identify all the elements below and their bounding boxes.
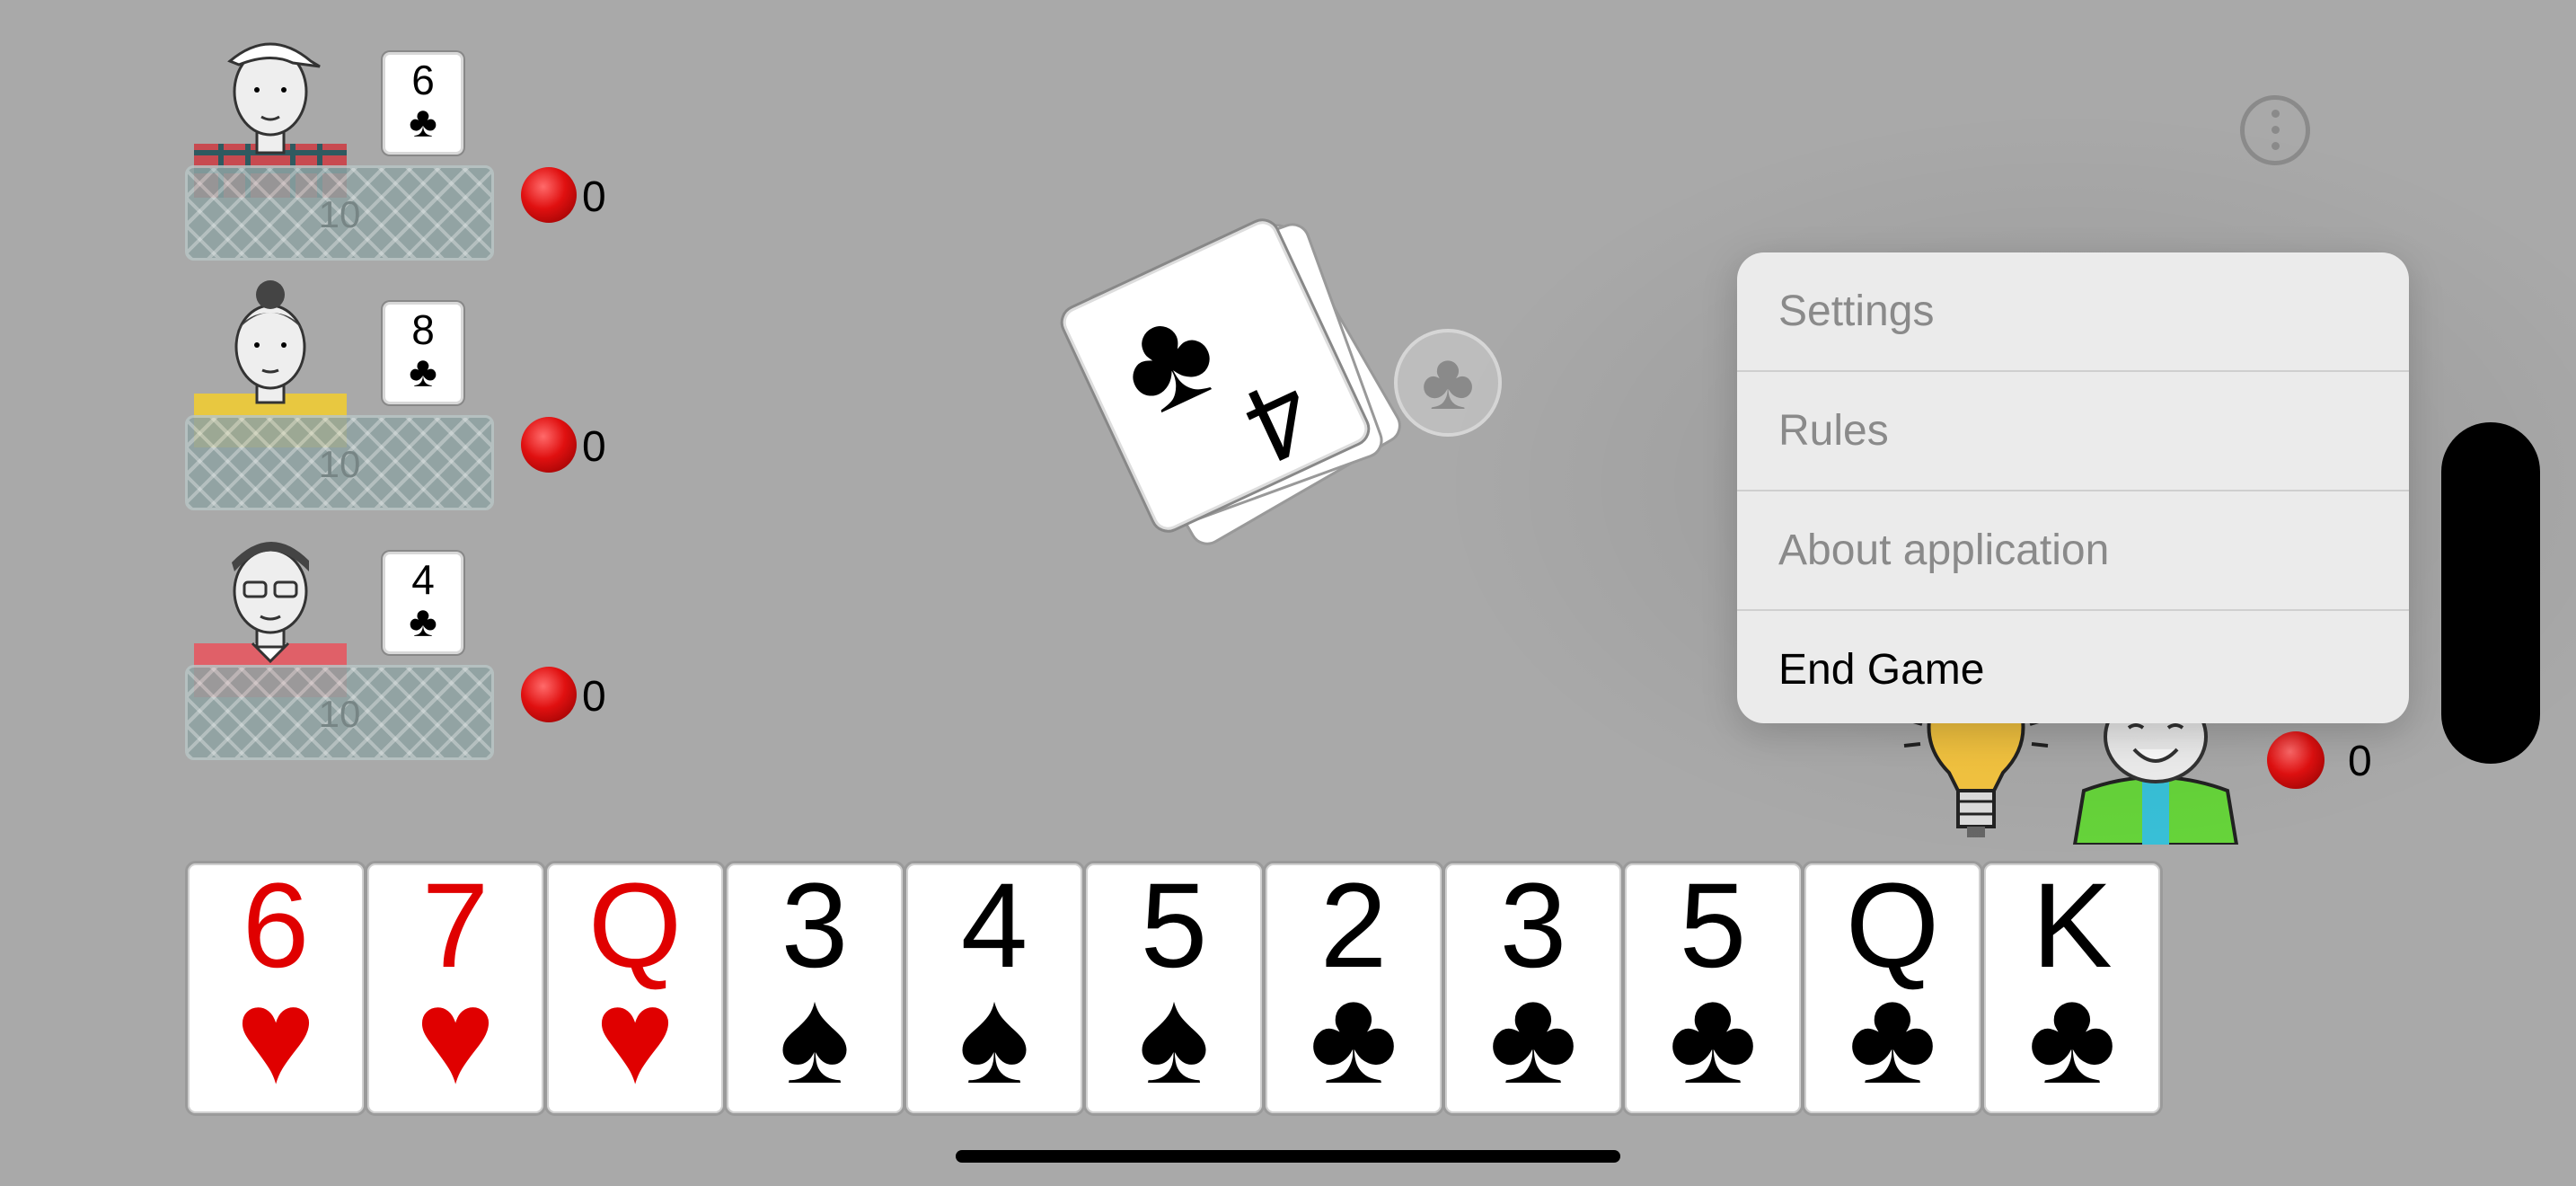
red-chip-icon <box>521 667 577 722</box>
hearts-icon: ♥ <box>235 960 316 1111</box>
hand-card[interactable]: 5 ♠ <box>1083 861 1265 1116</box>
top-card-rank: 4 <box>1226 352 1332 488</box>
clubs-icon: ♣ <box>1668 960 1758 1111</box>
clubs-icon: ♣ <box>2027 960 2117 1111</box>
discard-pile[interactable]: ♣ 4 <box>1054 212 1408 553</box>
hand-card[interactable]: 3 ♣ <box>1442 861 1624 1116</box>
opponent-score: 0 <box>582 673 606 721</box>
clubs-icon: ♣ <box>1095 271 1239 446</box>
opponent-hand-count: 10 <box>318 193 361 235</box>
spades-icon: ♠ <box>779 960 851 1111</box>
opponent-2: 8 ♣ 10 0 <box>180 271 611 523</box>
side-handle <box>2441 422 2540 764</box>
clubs-icon: ♣ <box>409 598 437 646</box>
hand-card[interactable]: 3 ♠ <box>724 861 905 1116</box>
opponent-hand-back: 10 <box>185 165 494 261</box>
opponent-hand-back: 10 <box>185 665 494 760</box>
card-rank: 8 <box>411 306 435 353</box>
hearts-icon: ♥ <box>595 960 675 1111</box>
spades-icon: ♠ <box>1138 960 1210 1111</box>
menu-item-rules[interactable]: Rules <box>1737 372 2409 491</box>
opponent-1: 6 ♣ 10 0 <box>180 22 611 273</box>
hand-card[interactable]: Q ♥ <box>544 861 726 1116</box>
clubs-icon: ♣ <box>1488 960 1578 1111</box>
opponent-hand-count: 10 <box>318 443 361 485</box>
clubs-icon: ♣ <box>409 349 437 396</box>
red-chip-icon <box>2267 731 2325 789</box>
opponent-hand-back: 10 <box>185 415 494 510</box>
opponent-last-card: 4 ♣ <box>383 552 463 654</box>
hearts-icon: ♥ <box>415 960 496 1111</box>
red-chip-icon <box>521 417 577 473</box>
pile-top-card: ♣ 4 <box>1054 212 1376 539</box>
menu-item-end-game[interactable]: End Game <box>1737 611 2409 723</box>
current-suit-indicator: ♣ <box>1394 329 1502 437</box>
clubs-icon: ♣ <box>1421 337 1475 427</box>
red-chip-icon <box>521 167 577 223</box>
more-options-button[interactable] <box>2240 95 2310 165</box>
clubs-icon: ♣ <box>1309 960 1398 1111</box>
menu-item-about[interactable]: About application <box>1737 491 2409 611</box>
hand-card[interactable]: K ♣ <box>1981 861 2163 1116</box>
home-indicator[interactable] <box>956 1150 1620 1163</box>
hand-card[interactable]: 5 ♣ <box>1622 861 1804 1116</box>
hand-card[interactable]: 7 ♥ <box>365 861 546 1116</box>
opponent-3: 4 ♣ 10 0 <box>180 521 611 773</box>
hand-card[interactable]: 6 ♥ <box>185 861 366 1116</box>
clubs-icon: ♣ <box>1848 960 1937 1111</box>
hand-card[interactable]: Q ♣ <box>1802 861 1983 1116</box>
opponent-last-card: 8 ♣ <box>383 302 463 404</box>
opponent-last-card: 6 ♣ <box>383 52 463 155</box>
menu-item-settings[interactable]: Settings <box>1737 252 2409 372</box>
opponent-hand-count: 10 <box>318 693 361 735</box>
hand-card[interactable]: 2 ♣ <box>1263 861 1444 1116</box>
clubs-icon: ♣ <box>409 99 437 146</box>
options-menu: Settings Rules About application End Gam… <box>1737 252 2409 723</box>
player-score: 0 <box>2348 738 2372 785</box>
opponent-score: 0 <box>582 173 606 221</box>
hand-card[interactable]: 4 ♠ <box>904 861 1085 1116</box>
card-rank: 6 <box>411 57 435 103</box>
card-rank: 4 <box>411 556 435 603</box>
opponent-score: 0 <box>582 423 606 471</box>
spades-icon: ♠ <box>958 960 1030 1111</box>
